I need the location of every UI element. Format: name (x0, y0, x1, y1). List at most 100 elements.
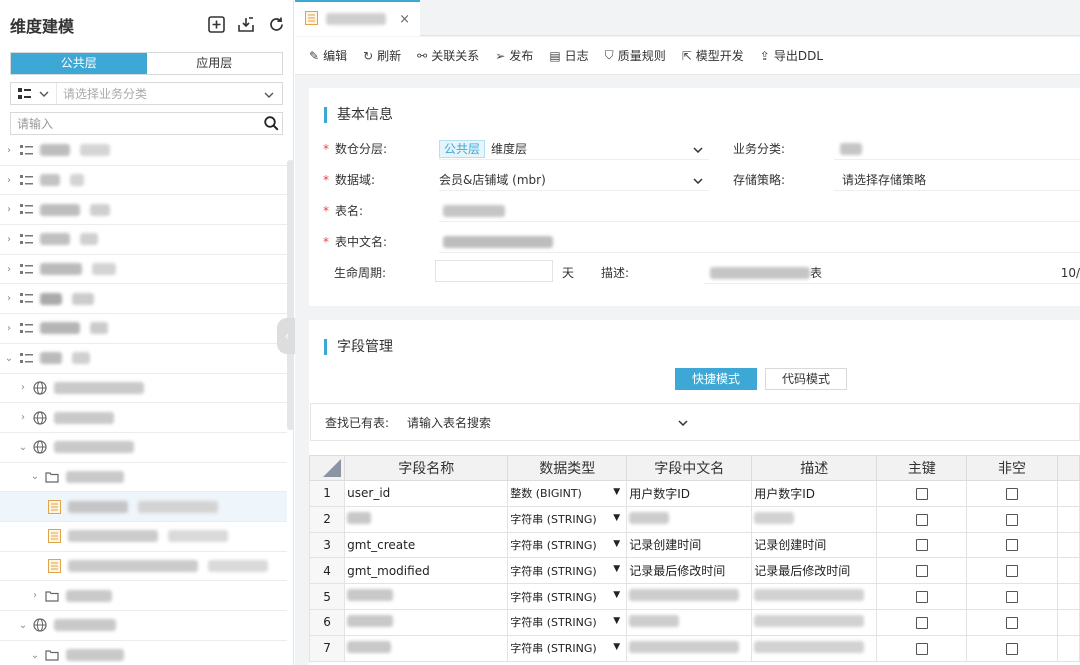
column-header[interactable]: 字段名称 (344, 455, 509, 481)
field-name-cell[interactable] (344, 583, 509, 610)
chevron-right-icon[interactable]: › (4, 323, 14, 334)
primary-key-checkbox[interactable] (915, 539, 928, 552)
domain-select[interactable]: 会员&店铺域 (mbr) (439, 169, 709, 191)
tree-node-expanded[interactable]: ⌄ (0, 344, 287, 374)
description-cell[interactable]: 记录创建时间 (751, 531, 878, 559)
quick-mode-button[interactable]: 快捷模式 (675, 368, 758, 390)
description-cell[interactable] (751, 634, 878, 662)
tree-folder-expanded[interactable]: ⌄ (0, 463, 287, 493)
field-cn-name-cell[interactable] (626, 583, 753, 610)
description-cell[interactable] (751, 583, 878, 610)
data-type-cell[interactable]: 字符串 (STRING) ▼ (507, 634, 628, 662)
chevron-right-icon[interactable]: › (18, 412, 28, 423)
select-all-corner[interactable] (308, 455, 346, 481)
field-cn-name-cell[interactable]: 用户数字ID (626, 480, 753, 507)
primary-key-checkbox[interactable] (915, 565, 928, 578)
data-type-cell[interactable]: 字符串 (STRING) ▼ (507, 608, 628, 636)
chevron-right-icon[interactable]: › (4, 175, 14, 186)
tree-node[interactable]: › (0, 195, 287, 226)
tree-table-item[interactable] (0, 552, 287, 582)
data-type-cell[interactable]: 字符串 (STRING) ▼ (507, 557, 628, 585)
tree-node[interactable]: › (0, 374, 287, 404)
tree-node-expanded[interactable]: ⌄ (0, 433, 287, 463)
field-name-cell[interactable] (344, 505, 509, 533)
field-cn-name-cell[interactable]: 记录最后修改时间 (626, 557, 753, 585)
not-null-checkbox[interactable] (1006, 591, 1019, 604)
field-cn-name-cell[interactable]: 记录创建时间 (626, 531, 753, 559)
close-icon[interactable]: × (399, 12, 410, 27)
field-name-cell[interactable]: user_id (344, 480, 509, 507)
tree-node[interactable]: › (0, 314, 287, 344)
log-button[interactable]: ▤ 日志 (549, 47, 588, 64)
chevron-right-icon[interactable]: › (30, 590, 40, 601)
chevron-down-icon[interactable]: ⌄ (30, 471, 40, 482)
not-null-checkbox[interactable] (1006, 565, 1019, 578)
chevron-right-icon[interactable]: › (4, 293, 14, 304)
table-row[interactable]: 4 gmt_modified 字符串 (STRING) ▼ 记录最后修改时间 记录最后修改… (308, 557, 1080, 585)
tree-node[interactable]: › (0, 166, 287, 196)
chevron-right-icon[interactable]: › (4, 145, 14, 156)
field-name-cell[interactable] (344, 634, 509, 662)
chevron-down-icon[interactable]: ⌄ (4, 353, 14, 364)
tree-node[interactable]: › (0, 136, 287, 166)
quality-rules-button[interactable]: ⛉ 质量规则 (605, 47, 666, 64)
chevron-right-icon[interactable]: › (4, 204, 14, 215)
data-type-cell[interactable]: 整数 (BIGINT) ▼ (507, 480, 628, 507)
column-header[interactable]: 非空 (966, 455, 1058, 481)
table-row[interactable]: 3 gmt_create 字符串 (STRING) ▼ 记录创建时间 记录创建时间 (308, 531, 1080, 559)
export-ddl-button[interactable]: ⇪ 导出DDL (760, 47, 823, 64)
chevron-right-icon[interactable]: › (18, 382, 28, 393)
search-input[interactable] (11, 116, 260, 131)
sidebar-scrollbar[interactable] (287, 160, 294, 430)
tree-node[interactable]: › (0, 403, 287, 433)
description-cell[interactable] (751, 505, 878, 533)
code-mode-button[interactable]: 代码模式 (765, 368, 848, 390)
tree-folder-expanded[interactable]: ⌄ (0, 641, 287, 665)
description-cell[interactable] (751, 608, 878, 636)
description-cell[interactable]: 记录最后修改时间 (751, 557, 878, 585)
chevron-right-icon[interactable]: › (4, 264, 14, 275)
not-null-checkbox[interactable] (1006, 642, 1019, 655)
tree-node[interactable]: › (0, 255, 287, 285)
column-header[interactable]: 描述 (751, 455, 878, 481)
not-null-checkbox[interactable] (1006, 616, 1019, 629)
storage-select[interactable]: 请选择存储策略 (834, 169, 1080, 191)
table-name-input[interactable] (439, 200, 1080, 222)
table-row[interactable]: 2 字符串 (STRING) ▼ (308, 505, 1080, 533)
field-name-cell[interactable] (344, 608, 509, 636)
add-icon[interactable] (207, 15, 225, 33)
tree-folder[interactable]: › (0, 581, 287, 611)
primary-key-checkbox[interactable] (915, 513, 928, 526)
chevron-right-icon[interactable]: › (4, 234, 14, 245)
field-cn-name-cell[interactable] (626, 505, 753, 533)
model-dev-button[interactable]: ⇱ 模型开发 (682, 47, 744, 64)
collapse-sidebar-handle[interactable]: ‹ (277, 318, 297, 354)
tree-node-expanded[interactable]: ⌄ (0, 611, 287, 641)
view-mode-toggle[interactable] (11, 83, 57, 104)
not-null-checkbox[interactable] (1006, 487, 1019, 500)
tab-app-layer[interactable]: 应用层 (147, 53, 283, 74)
primary-key-checkbox[interactable] (915, 591, 928, 604)
description-input[interactable]: 表 10/ (704, 262, 1080, 284)
chevron-down-icon[interactable]: ⌄ (18, 620, 28, 631)
field-name-cell[interactable]: gmt_modified (344, 557, 509, 585)
data-type-cell[interactable]: 字符串 (STRING) ▼ (507, 583, 628, 610)
find-table-select[interactable]: 请输入表名搜索 (399, 411, 694, 433)
chevron-down-icon[interactable]: ⌄ (30, 650, 40, 661)
refresh-button[interactable]: ↻ 刷新 (363, 47, 401, 64)
tree-node[interactable]: › (0, 284, 287, 315)
table-row[interactable]: 1 user_id 整数 (BIGINT) ▼ 用户数字ID 用户数字ID (308, 480, 1080, 507)
primary-key-checkbox[interactable] (915, 616, 928, 629)
tree-table-item-selected[interactable] (0, 492, 287, 522)
table-cn-input[interactable] (439, 231, 1080, 253)
lifecycle-input[interactable] (435, 260, 553, 282)
field-cn-name-cell[interactable] (626, 634, 753, 662)
description-cell[interactable]: 用户数字ID (751, 480, 878, 507)
data-type-cell[interactable]: 字符串 (STRING) ▼ (507, 505, 628, 533)
table-row[interactable]: 6 字符串 (STRING) ▼ (308, 608, 1080, 636)
table-row[interactable]: 5 字符串 (STRING) ▼ (308, 583, 1080, 610)
primary-key-checkbox[interactable] (915, 487, 928, 500)
field-cn-name-cell[interactable] (626, 608, 753, 636)
field-name-cell[interactable]: gmt_create (344, 531, 509, 559)
tab-table-file[interactable]: × (295, 0, 420, 36)
